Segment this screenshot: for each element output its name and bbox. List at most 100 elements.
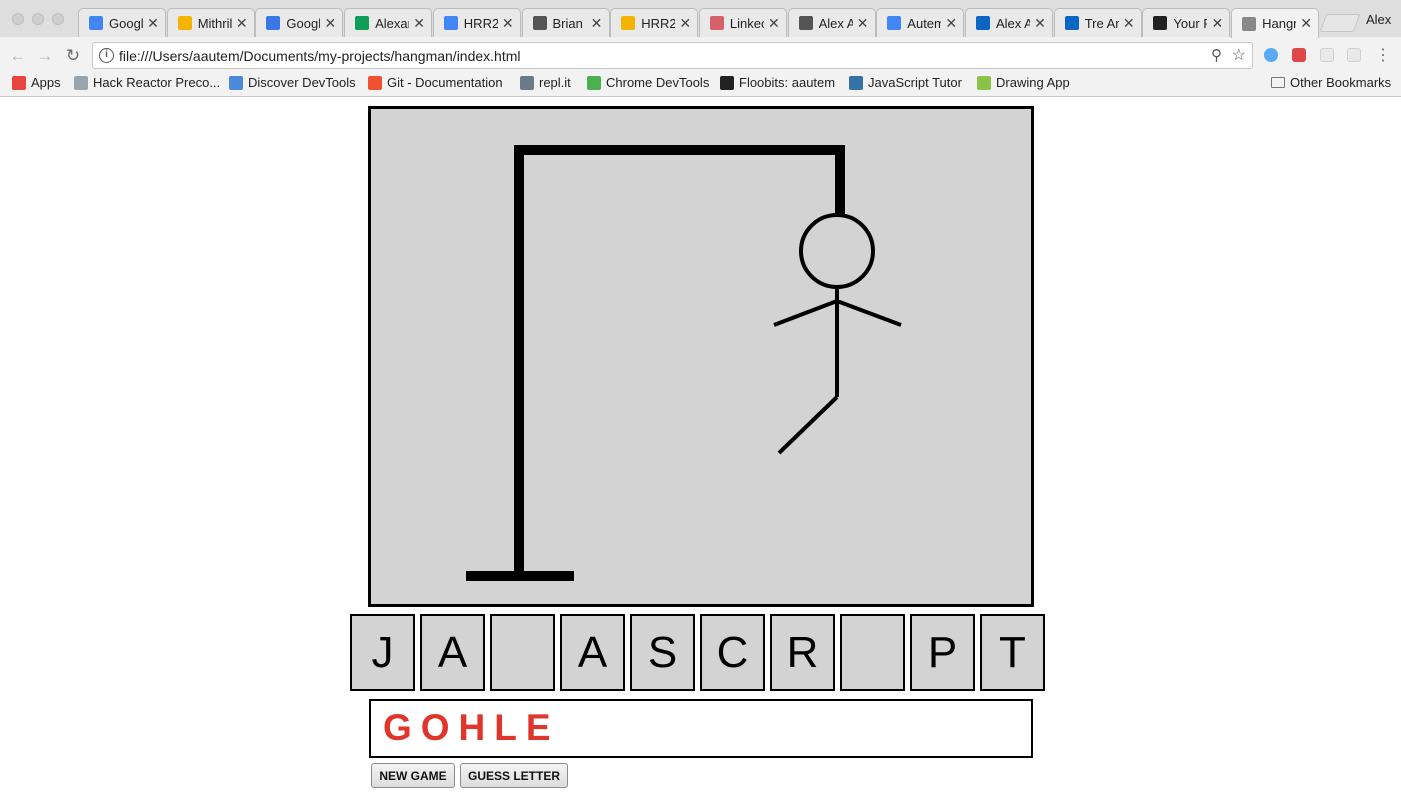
close-tab-icon[interactable]: ✕ [591, 15, 603, 32]
linkedin-icon [976, 16, 990, 30]
reload-icon[interactable]: ↻ [63, 46, 83, 66]
bookmark-label: Discover DevTools [248, 75, 356, 90]
globe-icon [74, 75, 88, 90]
letter-box: R [770, 614, 835, 691]
bookmark-item[interactable]: repl.it [520, 75, 571, 90]
letter-box: T [980, 614, 1045, 691]
w-icon [977, 75, 991, 90]
letter-box [490, 614, 555, 691]
back-arrow-icon[interactable]: ← [8, 46, 28, 66]
bookmark-label: Floobits: aautem [739, 75, 836, 90]
tab-title: Linkec [729, 15, 764, 31]
bookmark-item[interactable]: Apps [12, 75, 61, 90]
close-tab-icon[interactable]: ✕ [1300, 15, 1312, 32]
hangman-right-arm [836, 299, 902, 327]
bookmarks-bar: Apps Hack Reactor Preco... Discover DevToo… [0, 73, 1401, 96]
wrong-guesses-panel: GOHLE [369, 699, 1033, 758]
bookmark-star-icon[interactable]: ☆ [1232, 45, 1246, 65]
minimize-window-button[interactable] [32, 13, 44, 25]
browser-tab[interactable]: Alexar ✕ [344, 8, 433, 37]
drive-icon [355, 16, 370, 30]
github-icon [1153, 16, 1168, 30]
zoom-icon[interactable]: ⚲ [1211, 46, 1222, 64]
google-icon [89, 16, 103, 30]
close-tab-icon[interactable]: ✕ [1034, 15, 1046, 32]
bookmark-item[interactable]: Floobits: aautem [720, 75, 835, 90]
new-tab-button[interactable] [1319, 14, 1361, 32]
letter-box [840, 614, 905, 691]
close-tab-icon[interactable]: ✕ [236, 15, 248, 32]
bookmark-label: Hack Reactor Preco... [93, 75, 221, 90]
browser-tab[interactable]: Hangn ✕ [1231, 8, 1320, 38]
calendar-icon [266, 16, 281, 30]
browser-tab[interactable]: Alex A ✕ [965, 8, 1053, 37]
bookmark-item[interactable]: Hack Reactor Preco... [74, 75, 220, 90]
browser-tab[interactable]: Alex A ✕ [787, 8, 876, 37]
browser-tab[interactable]: Linkec ✕ [698, 8, 787, 37]
hangman-left-leg [777, 395, 839, 455]
bookmark-label: repl.it [539, 75, 571, 90]
info-icon[interactable]: i [99, 48, 114, 63]
bookmark-item[interactable]: JavaScript Tutor [849, 75, 962, 90]
letter-box: C [700, 614, 765, 691]
close-window-button[interactable] [12, 13, 24, 25]
close-tab-icon[interactable]: ✕ [413, 15, 425, 32]
apps-grid-icon [12, 75, 26, 90]
browser-tab[interactable]: HRR2 ✕ [610, 8, 699, 37]
other-bookmarks-label: Other Bookmarks [1290, 75, 1392, 90]
browser-tab[interactable]: Brian ✕ [521, 8, 610, 37]
new-game-button[interactable]: NEW GAME [371, 763, 455, 788]
hangman-stage [368, 106, 1034, 607]
guess-letter-button[interactable]: GUESS LETTER [460, 763, 568, 788]
browser-tab[interactable]: Googl ✕ [78, 8, 166, 37]
replit-icon [520, 75, 534, 90]
slides-icon [177, 16, 192, 30]
browser-tab[interactable]: Mithril ✕ [166, 8, 255, 37]
wrong-guesses-text: GOHLE [383, 707, 560, 748]
devtools-icon [229, 75, 243, 90]
bookmark-item[interactable]: Chrome DevTools [587, 75, 709, 90]
git-icon [368, 75, 382, 90]
browser-tab[interactable]: Autem ✕ [876, 8, 965, 37]
close-tab-icon[interactable]: ✕ [1211, 15, 1224, 32]
extension-warning-icon[interactable] [1320, 48, 1334, 62]
letter-box: P [910, 614, 975, 691]
close-tab-icon[interactable]: ✕ [502, 15, 514, 32]
tab-title: HRR2 [463, 15, 498, 31]
close-tab-icon[interactable]: ✕ [768, 15, 780, 32]
menu-dots-icon[interactable]: ⋮ [1373, 45, 1393, 65]
close-tab-icon[interactable]: ✕ [1123, 15, 1135, 32]
browser-tab[interactable]: Your P✕ [1142, 8, 1231, 37]
close-tab-icon[interactable]: ✕ [857, 15, 869, 32]
forward-arrow-icon[interactable]: → [35, 46, 55, 66]
letter-box: S [630, 614, 695, 691]
extension-box-icon[interactable] [1347, 48, 1361, 62]
tab-title: Googl [109, 15, 143, 31]
address-bar[interactable]: i file:///Users/aautem/Documents/my-proj… [92, 42, 1253, 69]
bookmark-label: Apps [31, 75, 61, 90]
browser-tab[interactable]: Googl ✕ [255, 8, 344, 37]
close-tab-icon[interactable]: ✕ [147, 15, 159, 32]
browser-tab[interactable]: Tre Ar ✕ [1053, 8, 1142, 37]
page-icon [1242, 16, 1257, 31]
browser-tab[interactable]: HRR2 ✕ [432, 8, 521, 37]
bookmark-label: JavaScript Tutor [868, 75, 962, 90]
tab-title: HRR2 [641, 15, 676, 31]
other-bookmarks[interactable]: Other Bookmarks [1271, 75, 1391, 90]
close-tab-icon[interactable]: ✕ [324, 15, 337, 32]
zoom-window-button[interactable] [52, 13, 64, 25]
profile-name[interactable]: Alex [1366, 12, 1391, 27]
letter-box: J [350, 614, 415, 691]
extension-chat-icon[interactable] [1264, 48, 1278, 62]
address-url[interactable]: file:///Users/aautem/Documents/my-projec… [119, 48, 521, 64]
bookmark-item[interactable]: Drawing App [977, 75, 1070, 90]
letter-box: A [560, 614, 625, 691]
bookmark-label: Chrome DevTools [606, 75, 710, 90]
docs-icon [887, 16, 902, 30]
bookmark-item[interactable]: Discover DevTools [229, 75, 356, 90]
bookmark-label: Git - Documentation [387, 75, 503, 90]
close-tab-icon[interactable]: ✕ [945, 15, 957, 32]
extension-video-icon[interactable] [1292, 48, 1306, 62]
close-tab-icon[interactable]: ✕ [679, 15, 691, 32]
bookmark-item[interactable]: Git - Documentation [368, 75, 503, 90]
